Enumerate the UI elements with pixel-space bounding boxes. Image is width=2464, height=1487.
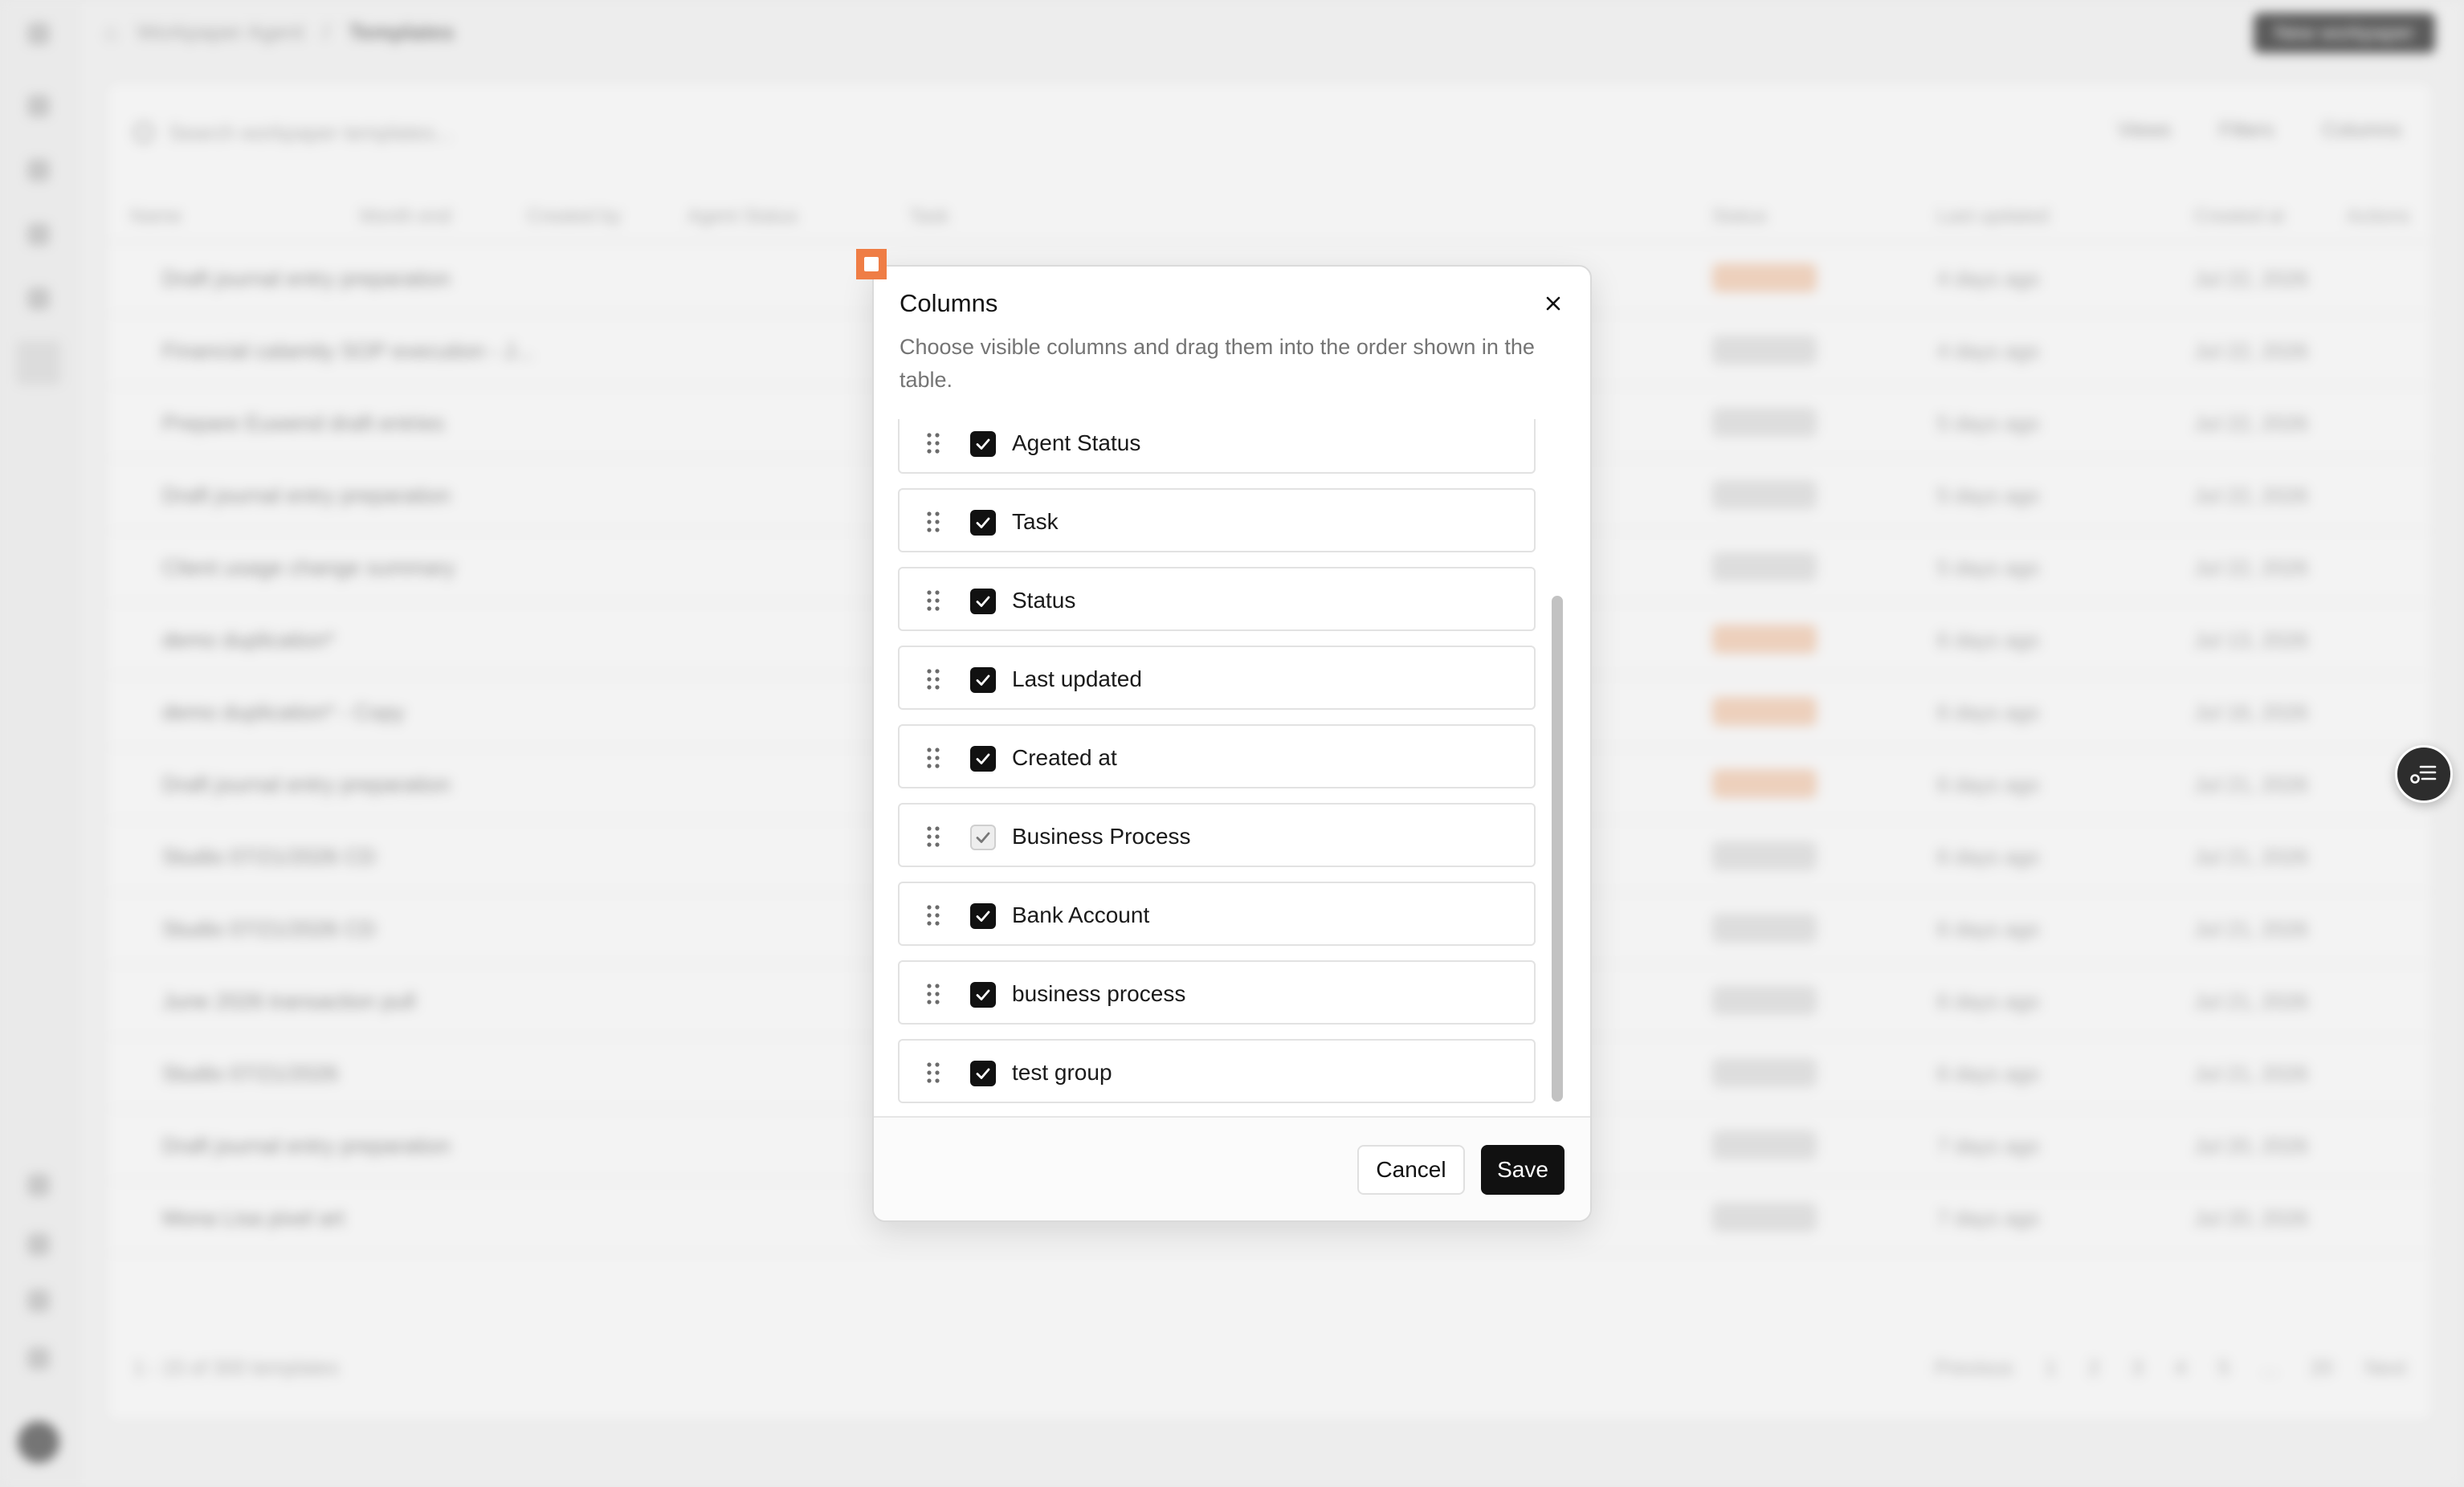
save-button[interactable]: Save: [1481, 1145, 1564, 1195]
close-button[interactable]: [1536, 286, 1571, 321]
drag-handle-icon[interactable]: [925, 668, 941, 691]
drag-handle-icon[interactable]: [925, 432, 941, 454]
column-option[interactable]: Task: [898, 488, 1536, 552]
column-option[interactable]: Bank Account: [898, 882, 1536, 946]
column-option-label: Business Process: [1012, 824, 1191, 849]
drag-handle-icon[interactable]: [925, 747, 941, 769]
column-option[interactable]: Last updated: [898, 646, 1536, 710]
check-icon: [976, 832, 990, 843]
check-icon: [976, 1068, 990, 1079]
drag-handle-icon[interactable]: [925, 1061, 941, 1084]
dialog-footer: Cancel Save: [874, 1116, 1590, 1220]
close-icon: [1546, 296, 1560, 311]
dialog-description: Choose visible columns and drag them int…: [900, 335, 1535, 392]
column-list-scrollbar[interactable]: [1548, 419, 1564, 1108]
cancel-button[interactable]: Cancel: [1357, 1145, 1465, 1195]
column-option-label: Task: [1012, 509, 1059, 534]
drag-handle-icon[interactable]: [925, 589, 941, 612]
column-checkbox[interactable]: [970, 589, 996, 614]
column-list[interactable]: Agent Status Task Status Last updated Create…: [898, 419, 1540, 1108]
column-option-label: business process: [1012, 981, 1186, 1006]
column-checkbox[interactable]: [970, 510, 996, 536]
drag-handle-icon[interactable]: [925, 511, 941, 533]
column-option[interactable]: Created at: [898, 724, 1536, 788]
column-option-label: Status: [1012, 588, 1076, 613]
dialog-title: Columns: [900, 289, 998, 317]
check-icon: [976, 911, 990, 922]
column-option[interactable]: Agent Status: [898, 419, 1536, 474]
scrollbar-thumb[interactable]: [1552, 596, 1563, 1102]
floating-action-button[interactable]: [2395, 745, 2453, 803]
drag-handle-icon[interactable]: [925, 983, 941, 1005]
list-settings-icon: [2410, 765, 2437, 784]
column-checkbox[interactable]: [970, 431, 996, 457]
drag-handle-icon[interactable]: [925, 904, 941, 927]
column-checkbox[interactable]: [970, 667, 996, 693]
check-icon: [976, 989, 990, 1000]
columns-dialog: Columns Choose visible columns and drag …: [872, 265, 1592, 1222]
column-option[interactable]: Status: [898, 567, 1536, 631]
column-checkbox[interactable]: [970, 825, 996, 850]
check-icon: [976, 753, 990, 764]
column-option[interactable]: Business Process: [898, 803, 1536, 867]
column-checkbox[interactable]: [970, 903, 996, 929]
check-icon: [976, 517, 990, 528]
column-option-label: Created at: [1012, 745, 1117, 770]
check-icon: [976, 438, 990, 450]
column-option[interactable]: business process: [898, 960, 1536, 1025]
check-icon: [976, 596, 990, 607]
record-marker-icon: [856, 249, 887, 279]
column-option-label: Agent Status: [1012, 430, 1141, 455]
column-option-label: Last updated: [1012, 666, 1142, 691]
column-checkbox[interactable]: [970, 982, 996, 1008]
column-option-label: test group: [1012, 1060, 1112, 1085]
column-checkbox[interactable]: [970, 1061, 996, 1086]
column-checkbox[interactable]: [970, 746, 996, 772]
drag-handle-icon[interactable]: [925, 825, 941, 848]
column-option[interactable]: test group: [898, 1039, 1536, 1103]
check-icon: [976, 674, 990, 686]
column-option-label: Bank Account: [1012, 902, 1150, 927]
